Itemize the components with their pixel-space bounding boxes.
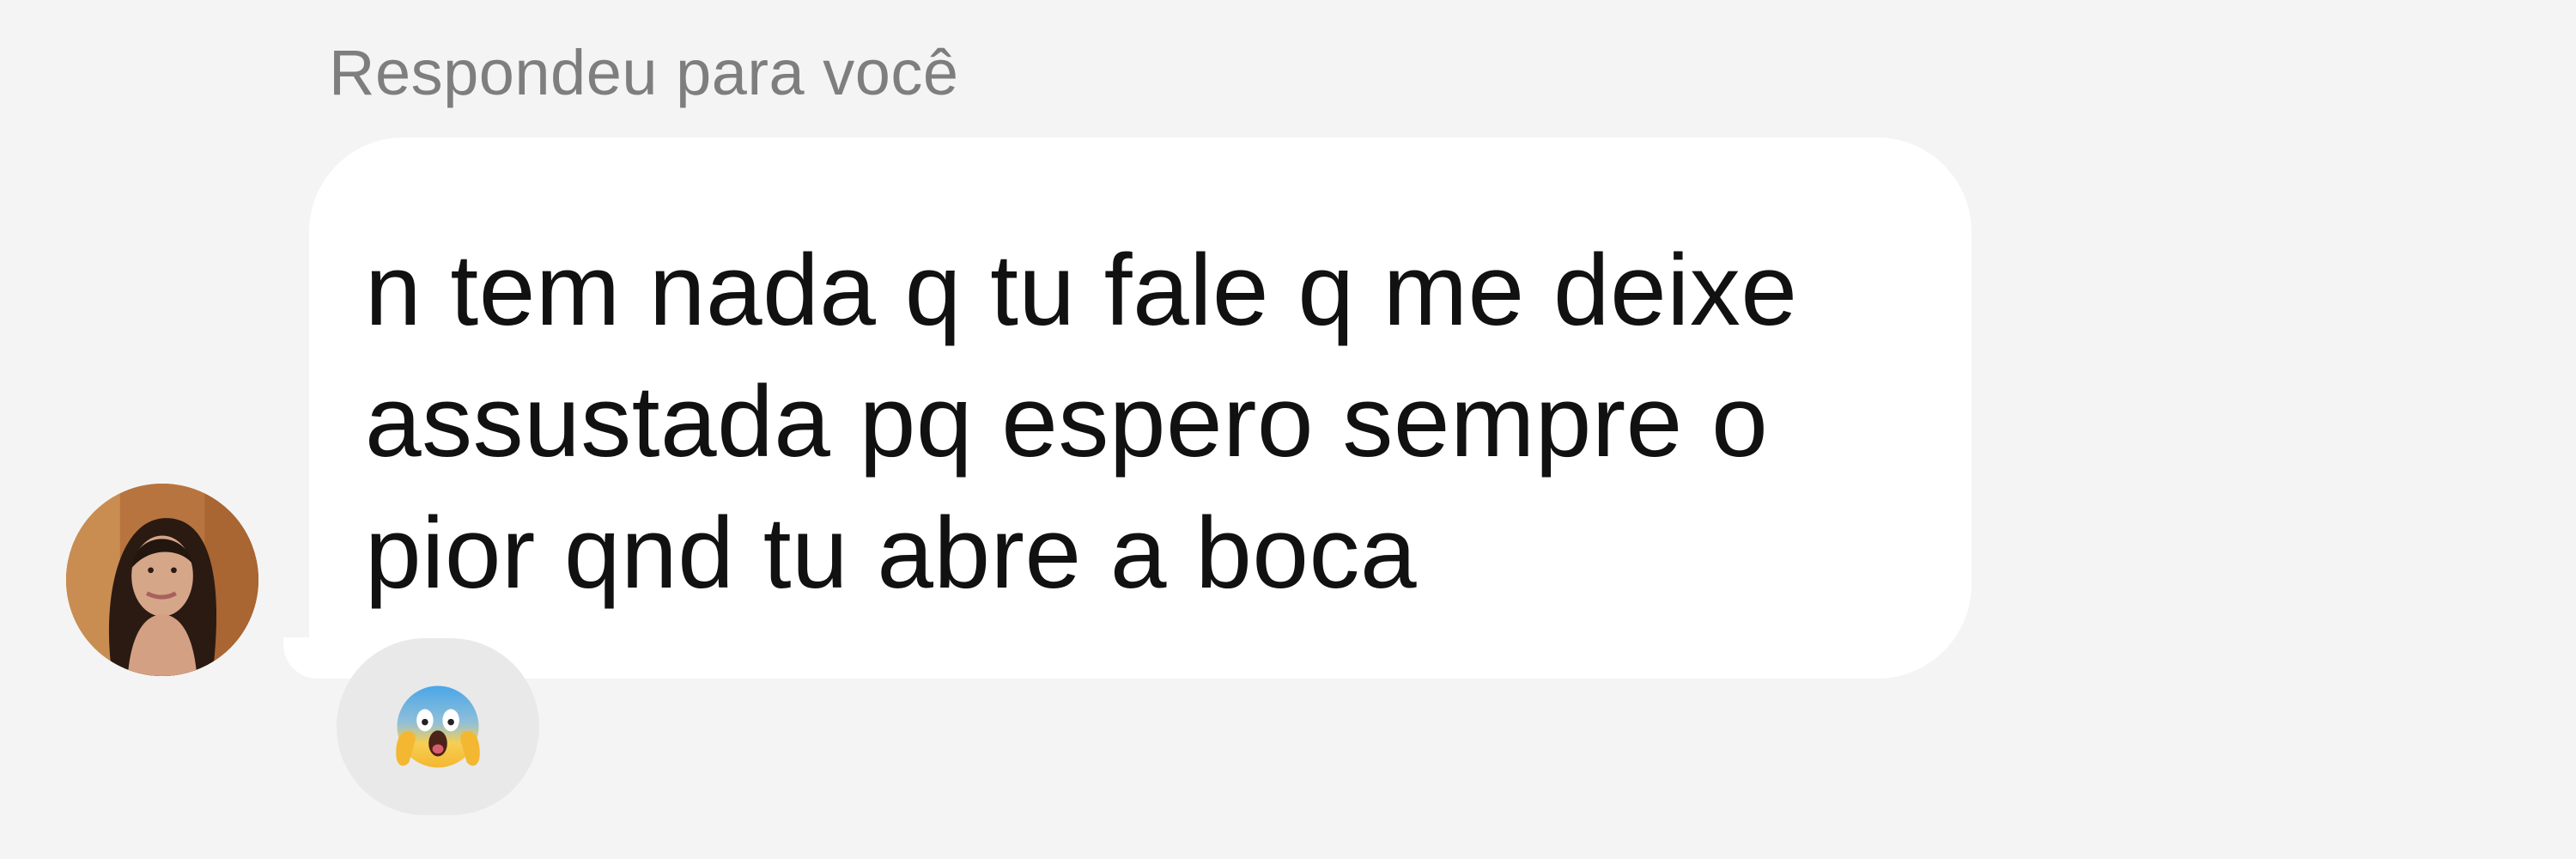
message-text: n tem nada q tu fale q me deixe assustad… — [365, 234, 1798, 610]
reaction-badge[interactable] — [337, 638, 539, 815]
reply-header-label: Respondeu para você — [329, 37, 959, 108]
screaming-in-fear-icon — [396, 685, 480, 768]
sender-avatar[interactable] — [66, 484, 258, 676]
profile-photo-icon — [66, 484, 258, 676]
